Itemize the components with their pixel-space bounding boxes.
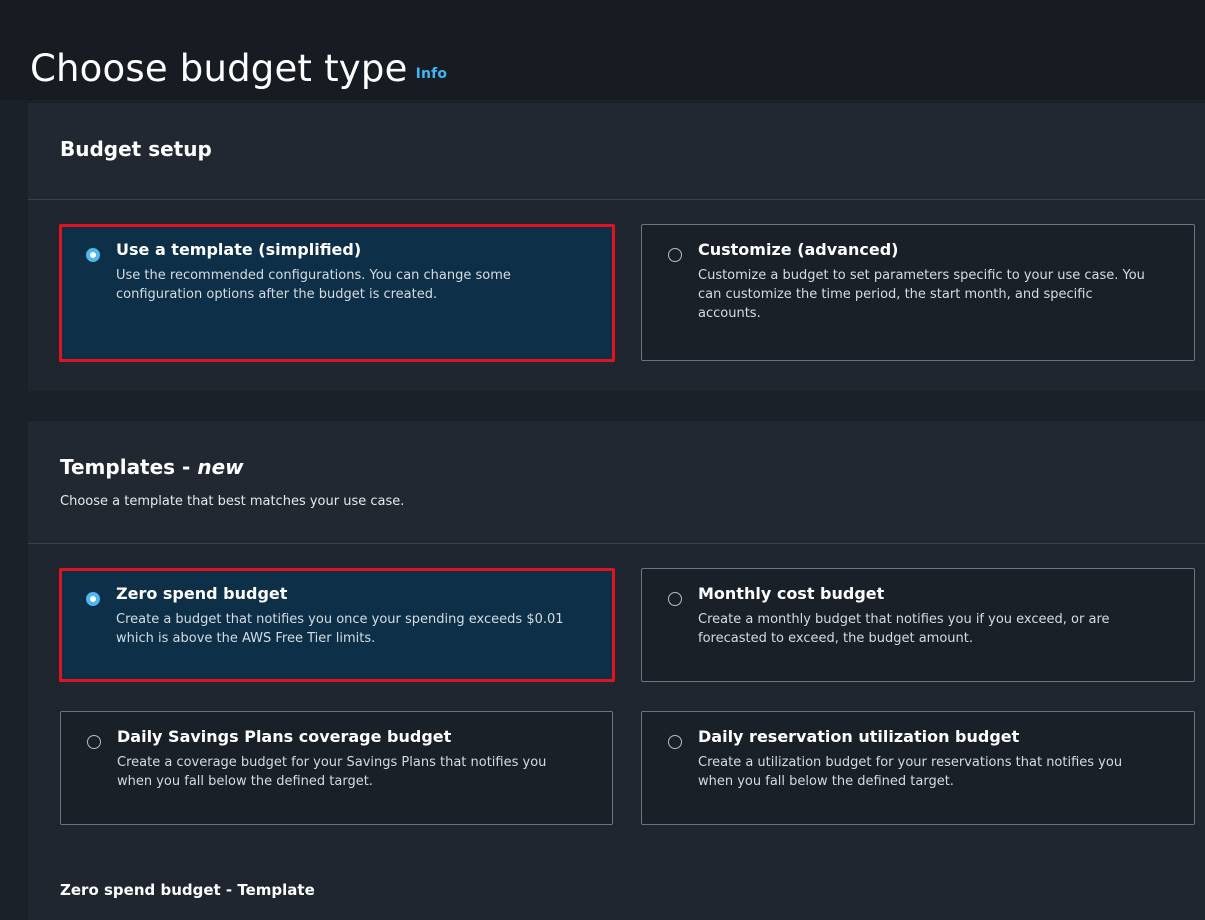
template-description: Create a coverage budget for your Saving…: [117, 755, 547, 789]
info-link[interactable]: Info: [416, 66, 448, 82]
radio-unselected-icon[interactable]: [87, 735, 101, 749]
templates-description: Choose a template that best matches your…: [60, 494, 405, 509]
radio-unselected-icon[interactable]: [668, 592, 682, 606]
radio-unselected-icon[interactable]: [668, 248, 682, 262]
template-description: Create a utilization budget for your res…: [698, 755, 1123, 789]
budget-setup-header: Budget setup: [28, 103, 1205, 200]
template-description: Create a monthly budget that notifies yo…: [698, 612, 1110, 646]
templates-title-text: Templates -: [60, 455, 198, 479]
budget-setup-options: Use a template (simplified) Use the reco…: [28, 200, 1205, 391]
templates-header: Templates - new Choose a template that b…: [28, 421, 1205, 544]
option-description: Customize a budget to set parameters spe…: [698, 268, 1145, 321]
template-reservation-utilization[interactable]: Daily reservation utilization budget Cre…: [641, 711, 1195, 825]
template-title: Monthly cost budget: [698, 584, 885, 603]
option-customize-advanced[interactable]: Customize (advanced) Customize a budget …: [641, 224, 1195, 361]
templates-options: Zero spend budget Create a budget that n…: [28, 544, 1205, 920]
template-monthly-cost[interactable]: Monthly cost budget Create a monthly bud…: [641, 568, 1195, 682]
templates-panel: Templates - new Choose a template that b…: [28, 421, 1205, 920]
new-badge: new: [197, 455, 244, 479]
page-header: Choose budget type Info: [0, 0, 1205, 100]
radio-unselected-icon[interactable]: [668, 735, 682, 749]
budget-setup-title: Budget setup: [60, 137, 212, 161]
budget-setup-panel: Budget setup Use a template (simplified)…: [28, 103, 1205, 391]
page-title-text: Choose budget type: [30, 46, 408, 90]
template-title: Daily reservation utilization budget: [698, 727, 1020, 746]
option-use-template[interactable]: Use a template (simplified) Use the reco…: [59, 224, 615, 362]
radio-selected-icon[interactable]: [86, 248, 100, 262]
option-description: Use the recommended configurations. You …: [116, 268, 511, 302]
templates-title: Templates - new: [60, 455, 244, 479]
template-title: Daily Savings Plans coverage budget: [117, 727, 452, 746]
template-savings-plans-coverage[interactable]: Daily Savings Plans coverage budget Crea…: [60, 711, 613, 825]
selected-template-heading: Zero spend budget - Template: [60, 881, 315, 899]
template-title: Zero spend budget: [116, 584, 288, 603]
template-zero-spend[interactable]: Zero spend budget Create a budget that n…: [59, 568, 615, 682]
radio-selected-icon[interactable]: [86, 592, 100, 606]
option-title: Use a template (simplified): [116, 240, 362, 259]
template-description: Create a budget that notifies you once y…: [116, 612, 564, 646]
option-title: Customize (advanced): [698, 240, 899, 259]
page-title: Choose budget type Info: [30, 47, 447, 90]
